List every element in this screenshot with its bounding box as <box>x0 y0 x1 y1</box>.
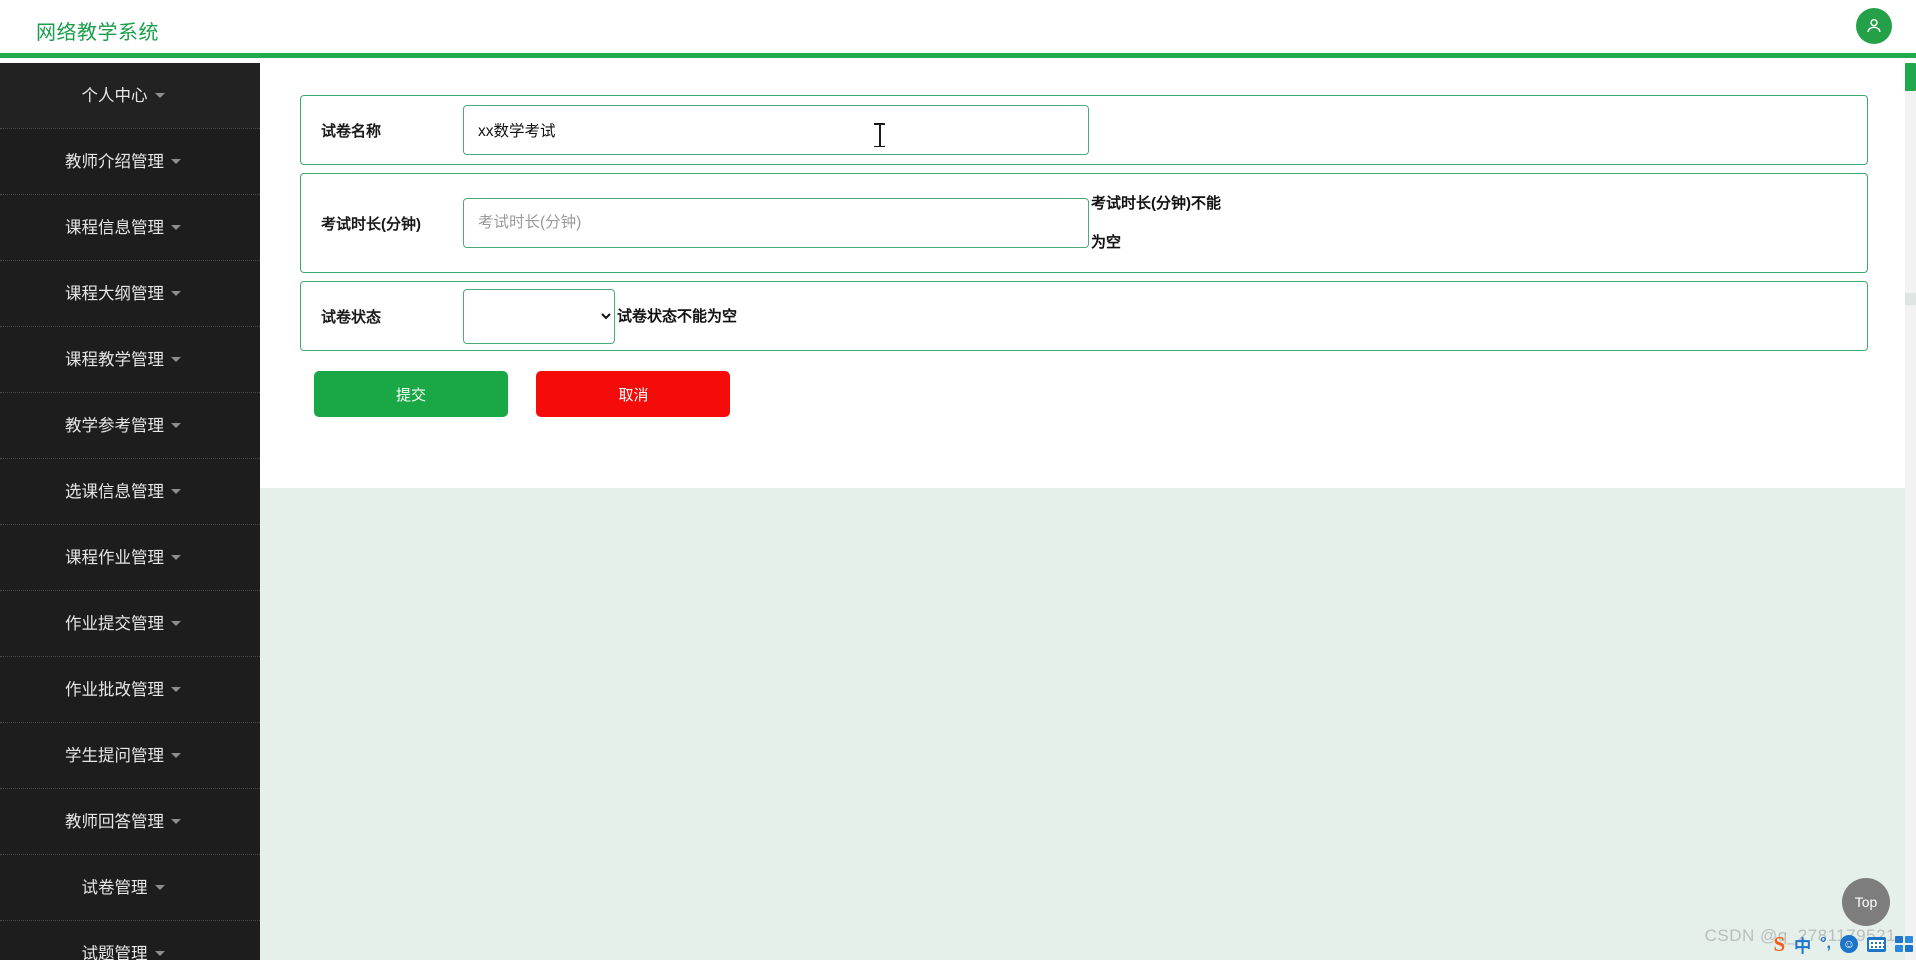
exam-paper-form: 试卷名称 考试时长(分钟) 考试时长(分钟)不能为空 试卷状态 试卷状态 <box>300 95 1868 417</box>
app-brand-title: 网络教学系统 <box>36 22 159 44</box>
form-actions: 提交 取消 <box>300 371 1868 417</box>
sidebar-item-homework-grading[interactable]: 作业批改管理 <box>0 657 260 723</box>
sidebar-item-label: 教师介绍管理 <box>65 153 164 171</box>
status-select[interactable] <box>463 288 615 344</box>
sidebar-item-label: 试题管理 <box>81 945 148 960</box>
user-icon <box>1864 16 1884 36</box>
duration-input[interactable] <box>463 198 1089 248</box>
sidebar-item-student-questions[interactable]: 学生提问管理 <box>0 723 260 789</box>
application-root: 网络教学系统 个人中心 教师介绍管理 课程信息管理 课程大纲管理 课程教学管理 <box>0 0 1916 960</box>
sidebar-item-label: 课程作业管理 <box>65 549 164 567</box>
duration-error-message: 考试时长(分钟)不能为空 <box>1091 195 1221 251</box>
sidebar-item-label: 课程信息管理 <box>65 219 164 237</box>
exam-name-label: 试卷名称 <box>321 122 382 140</box>
sidebar-item-label: 教学参考管理 <box>65 417 164 435</box>
sidebar-item-course-syllabus[interactable]: 课程大纲管理 <box>0 261 260 327</box>
exam-paper-form-panel: 试卷名称 考试时长(分钟) 考试时长(分钟)不能为空 试卷状态 试卷状态 <box>260 63 1905 488</box>
top-header: 网络教学系统 <box>0 0 1916 58</box>
ime-toolbar: S 中 °, ☺ <box>1770 928 1916 960</box>
chevron-down-icon <box>171 819 181 825</box>
sidebar-item-course-teaching[interactable]: 课程教学管理 <box>0 327 260 393</box>
page-scrollbar-track[interactable] <box>1905 63 1916 960</box>
back-to-top-label: Top <box>1854 894 1878 910</box>
page-scrollbar-thumb[interactable] <box>1905 63 1916 91</box>
sidebar-item-label: 个人中心 <box>81 87 148 105</box>
duration-label: 考试时长(分钟) <box>321 215 421 233</box>
sogou-logo-icon[interactable]: S <box>1773 931 1785 957</box>
keyboard-icon <box>1867 936 1886 952</box>
chevron-down-icon <box>171 423 181 429</box>
chevron-down-icon <box>154 951 165 957</box>
sidebar-nav: 个人中心 教师介绍管理 课程信息管理 课程大纲管理 课程教学管理 教学参考管理 … <box>0 63 260 960</box>
ime-apps-icon[interactable] <box>1895 931 1913 957</box>
sidebar-item-label: 试卷管理 <box>81 879 148 897</box>
sidebar-item-label: 学生提问管理 <box>65 747 164 765</box>
chevron-down-icon <box>171 555 181 561</box>
page-scrollbar-notch <box>1905 293 1916 305</box>
submit-button[interactable]: 提交 <box>314 371 508 417</box>
field-row-duration: 考试时长(分钟) 考试时长(分钟)不能为空 <box>300 173 1868 273</box>
sidebar-item-homework-submission[interactable]: 作业提交管理 <box>0 591 260 657</box>
chevron-down-icon <box>171 357 181 363</box>
chevron-down-icon <box>171 291 181 297</box>
field-row-status: 试卷状态 试卷状态不能为空 <box>300 281 1868 351</box>
sidebar-item-course-info[interactable]: 课程信息管理 <box>0 195 260 261</box>
ime-keyboard-icon[interactable] <box>1867 931 1886 957</box>
sidebar-item-label: 作业提交管理 <box>65 615 164 633</box>
chevron-down-icon <box>171 489 181 495</box>
ime-punctuation-icon[interactable]: °, <box>1820 931 1831 957</box>
chevron-down-icon <box>171 687 181 693</box>
sidebar-item-label: 教师回答管理 <box>65 813 164 831</box>
ime-emoji-icon[interactable]: ☺ <box>1840 931 1858 957</box>
cancel-button[interactable]: 取消 <box>536 371 731 417</box>
sidebar-item-teacher-answers[interactable]: 教师回答管理 <box>0 789 260 855</box>
sidebar-item-label: 课程大纲管理 <box>65 285 164 303</box>
sidebar-item-label: 选课信息管理 <box>65 483 164 501</box>
chevron-down-icon <box>171 159 181 165</box>
status-error-message: 试卷状态不能为空 <box>617 307 738 325</box>
field-row-exam-name: 试卷名称 <box>300 95 1868 165</box>
chevron-down-icon <box>154 93 165 99</box>
sidebar-item-label: 课程教学管理 <box>65 351 164 369</box>
sidebar-item-teaching-reference[interactable]: 教学参考管理 <box>0 393 260 459</box>
main-content: 试卷名称 考试时长(分钟) 考试时长(分钟)不能为空 试卷状态 试卷状态 <box>260 63 1916 960</box>
ime-language-mode[interactable]: 中 <box>1794 931 1811 957</box>
chevron-down-icon <box>171 621 181 627</box>
chevron-down-icon <box>154 885 165 891</box>
exam-name-input[interactable] <box>463 105 1089 155</box>
back-to-top-button[interactable]: Top <box>1842 878 1890 926</box>
sidebar-item-teacher-intro[interactable]: 教师介绍管理 <box>0 129 260 195</box>
smiley-icon: ☺ <box>1840 935 1858 953</box>
sidebar-item-course-selection[interactable]: 选课信息管理 <box>0 459 260 525</box>
sidebar-item-personal-center[interactable]: 个人中心 <box>0 63 260 129</box>
sidebar-item-exam-paper[interactable]: 试卷管理 <box>0 855 260 921</box>
sidebar-item-course-homework[interactable]: 课程作业管理 <box>0 525 260 591</box>
sidebar-item-label: 作业批改管理 <box>65 681 164 699</box>
status-label: 试卷状态 <box>321 308 382 326</box>
sidebar-item-exam-question[interactable]: 试题管理 <box>0 921 260 960</box>
chevron-down-icon <box>171 753 181 759</box>
chevron-down-icon <box>171 225 181 231</box>
user-avatar[interactable] <box>1856 8 1892 44</box>
grid-icon <box>1895 936 1913 952</box>
